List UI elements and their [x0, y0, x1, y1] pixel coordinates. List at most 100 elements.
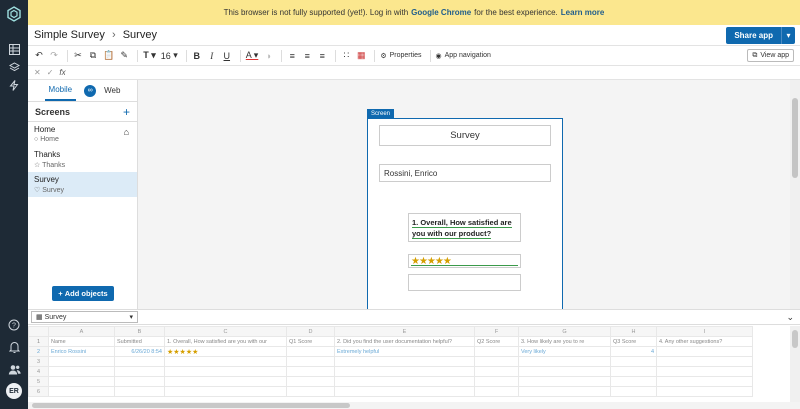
- cut-icon[interactable]: ✂: [72, 49, 84, 63]
- column-header[interactable]: F: [474, 326, 519, 337]
- font-color-icon[interactable]: A ▾: [245, 49, 260, 63]
- row-number[interactable]: 3: [28, 356, 49, 367]
- table-cell[interactable]: 3. How likely are you to re: [518, 336, 611, 347]
- name-input-cell[interactable]: Rossini, Enrico: [379, 164, 551, 182]
- column-header[interactable]: B: [114, 326, 165, 337]
- column-header[interactable]: E: [334, 326, 475, 337]
- table-cell[interactable]: Submitted: [114, 336, 165, 347]
- column-header[interactable]: G: [518, 326, 611, 337]
- lightning-icon[interactable]: [7, 78, 21, 92]
- scrollbar-thumb[interactable]: [792, 98, 798, 178]
- app-navigation-button[interactable]: ◉ App navigation: [435, 49, 492, 63]
- table-icon[interactable]: ▦: [355, 49, 367, 63]
- table-cell[interactable]: Q3 Score: [610, 336, 657, 347]
- phone-screen-frame[interactable]: Survey Rossini, Enrico 1. Overall, How s…: [367, 118, 563, 309]
- data-source-select[interactable]: ▦ Survey ▾: [31, 311, 138, 323]
- svg-text:?: ?: [12, 323, 16, 330]
- underline-icon[interactable]: U: [221, 49, 233, 63]
- add-screen-icon[interactable]: +: [123, 105, 130, 119]
- layers-icon[interactable]: [7, 60, 21, 74]
- align-left-icon[interactable]: ≡: [286, 49, 298, 63]
- grid-table-icon[interactable]: [7, 42, 21, 56]
- grid-horizontal-scrollbar[interactable]: [28, 402, 800, 409]
- align-right-icon[interactable]: ≡: [316, 49, 328, 63]
- bold-icon[interactable]: B: [191, 49, 203, 63]
- table-cell[interactable]: Q1 Score: [286, 336, 335, 347]
- users-icon[interactable]: [7, 362, 21, 376]
- cancel-icon[interactable]: ✕: [34, 68, 41, 77]
- column-header[interactable]: C: [164, 326, 287, 337]
- device-tabs: Mobile ∞ Web: [28, 80, 137, 102]
- answer-input-cell[interactable]: [408, 274, 521, 291]
- table-row: 6: [28, 386, 753, 397]
- row-number[interactable]: 4: [28, 366, 49, 377]
- link-icon[interactable]: ∞: [84, 84, 97, 97]
- table-cell[interactable]: 4. Any other suggestions?: [656, 336, 753, 347]
- column-header[interactable]: H: [610, 326, 657, 337]
- tab-mobile[interactable]: Mobile: [44, 80, 77, 101]
- column-header[interactable]: I: [656, 326, 753, 337]
- table-cell[interactable]: ★★★★★: [164, 346, 287, 357]
- column-header[interactable]: A: [48, 326, 115, 337]
- undo-icon[interactable]: ↶: [33, 49, 45, 63]
- table-cell[interactable]: Very likely: [518, 346, 611, 357]
- confirm-icon[interactable]: ✓: [47, 68, 54, 77]
- canvas-scrollbar[interactable]: [790, 80, 800, 309]
- collapse-grid-icon[interactable]: ⌄: [786, 312, 794, 323]
- tab-web[interactable]: Web: [104, 86, 120, 95]
- chevron-down-icon[interactable]: ▾: [781, 27, 795, 44]
- bell-icon[interactable]: [7, 340, 21, 354]
- question-line-2: you with our product?: [412, 229, 492, 239]
- align-center-icon[interactable]: ≡: [301, 49, 313, 63]
- table-cell[interactable]: Enrico Rossini: [48, 346, 115, 357]
- text-type-icon[interactable]: T ▾: [142, 49, 157, 63]
- font-size-select[interactable]: 16 ▾: [160, 49, 179, 63]
- table-cell[interactable]: 1. Overall, How satisfied are you with o…: [164, 336, 287, 347]
- italic-icon[interactable]: I: [206, 49, 218, 63]
- screen-item-home[interactable]: Home ○ Home ⌂: [28, 122, 137, 147]
- unsupported-browser-banner: This browser is not fully supported (yet…: [28, 0, 800, 25]
- share-app-button[interactable]: Share app: [726, 27, 781, 44]
- fill-color-icon[interactable]: ◑: [262, 49, 274, 63]
- copy-icon[interactable]: ⧉: [87, 49, 99, 63]
- star-rating-cell[interactable]: ★★★★★: [408, 254, 521, 268]
- add-objects-button[interactable]: + Add objects: [52, 286, 114, 301]
- row-number[interactable]: 5: [28, 376, 49, 387]
- screen-item-sub: ☆ Thanks: [34, 161, 131, 169]
- table-cell[interactable]: [656, 346, 753, 357]
- paste-icon[interactable]: 📋: [102, 49, 115, 63]
- help-icon[interactable]: ?: [7, 318, 21, 332]
- scrollbar-thumb[interactable]: [32, 403, 350, 408]
- format-painter-icon[interactable]: ✎: [118, 49, 130, 63]
- corner-cell[interactable]: [28, 326, 49, 337]
- breadcrumb-app[interactable]: Simple Survey: [34, 29, 105, 41]
- grid-vertical-scrollbar[interactable]: [790, 326, 800, 402]
- screen-item-survey[interactable]: Survey ♡ Survey: [28, 172, 137, 197]
- table-cell[interactable]: [474, 346, 519, 357]
- table-cell[interactable]: 4: [610, 346, 657, 357]
- table-cell[interactable]: 6/26/20 8:54: [114, 346, 165, 357]
- table-cell[interactable]: Name: [48, 336, 115, 347]
- formula-bar: ✕ ✓ fx: [28, 66, 800, 80]
- row-number[interactable]: 1: [28, 336, 49, 347]
- properties-button[interactable]: ⚙ Properties: [379, 49, 422, 63]
- scrollbar-thumb[interactable]: [792, 330, 798, 348]
- screen-item-thanks[interactable]: Thanks ☆ Thanks: [28, 147, 137, 172]
- table-cell[interactable]: 2. Did you find the user documentation h…: [334, 336, 475, 347]
- redo-icon[interactable]: ↷: [48, 49, 60, 63]
- shield-icon: ♡: [34, 187, 41, 194]
- table-cell[interactable]: Q2 Score: [474, 336, 519, 347]
- avatar[interactable]: ER: [6, 383, 22, 399]
- learn-more-link[interactable]: Learn more: [561, 8, 605, 17]
- row-number[interactable]: 2: [28, 346, 49, 357]
- table-cell[interactable]: [286, 346, 335, 357]
- row-number[interactable]: 6: [28, 386, 49, 397]
- table-cell[interactable]: Extremely helpful: [334, 346, 475, 357]
- question-cell[interactable]: 1. Overall, How satisfied are you with ou…: [408, 213, 521, 242]
- home-icon: ⌂: [123, 127, 129, 137]
- grid-layout-icon[interactable]: ∷: [340, 49, 352, 63]
- logo-icon[interactable]: [6, 6, 22, 22]
- survey-title-cell[interactable]: Survey: [379, 125, 551, 146]
- column-header[interactable]: D: [286, 326, 335, 337]
- view-app-button[interactable]: ⧉ View app: [747, 49, 794, 62]
